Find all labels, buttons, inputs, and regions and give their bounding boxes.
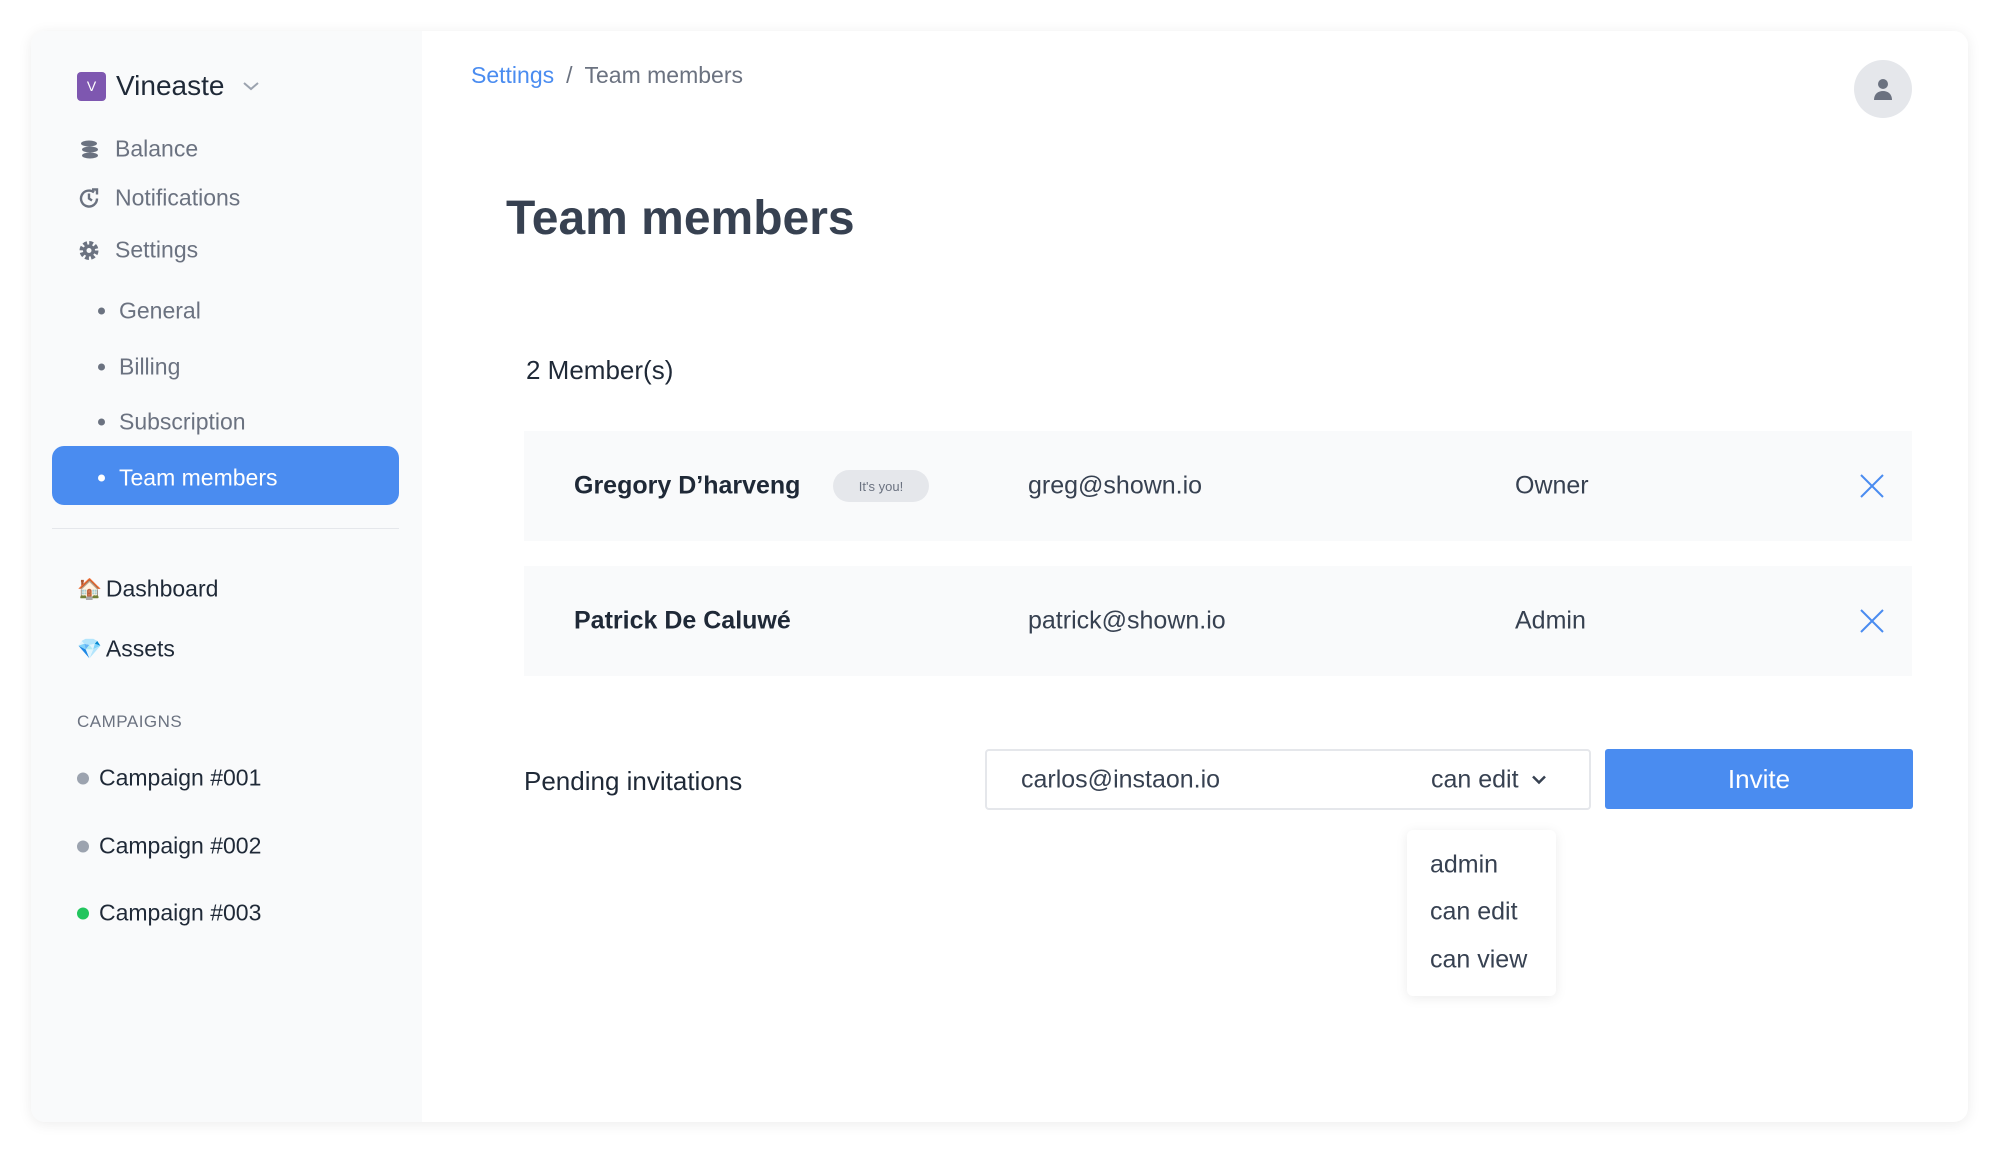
house-icon: 🏠 — [77, 578, 102, 601]
breadcrumb-separator: / — [566, 62, 573, 88]
member-email: patrick@shown.io — [1028, 606, 1226, 635]
user-icon — [1874, 79, 1892, 100]
permission-dropdown-menu: admin can edit can view — [1407, 830, 1556, 996]
subitem-label: Subscription — [119, 408, 246, 435]
status-dot — [77, 772, 89, 784]
campaign-item[interactable]: Campaign #001 — [77, 765, 261, 792]
sidebar-item-balance[interactable]: Balance — [77, 136, 198, 163]
gear-icon — [79, 240, 99, 260]
member-role: Owner — [1515, 471, 1589, 500]
you-badge: It's you! — [833, 470, 929, 502]
member-row: Patrick De Caluwé patrick@shown.io Admin — [524, 566, 1912, 676]
breadcrumb-current: Team members — [584, 62, 743, 88]
workspace-switcher[interactable]: V Vineaste — [77, 70, 260, 102]
sidebar-subitem-billing[interactable]: Billing — [98, 354, 180, 381]
sidebar-item-label: Settings — [115, 236, 199, 263]
campaign-item[interactable]: Campaign #002 — [77, 833, 261, 860]
option-admin[interactable]: admin — [1430, 851, 1498, 880]
member-row: Gregory D’harveng It's you! greg@shown.i… — [524, 431, 1912, 541]
permission-value: can edit — [1431, 765, 1519, 793]
member-name: Patrick De Caluwé — [574, 606, 791, 635]
status-dot — [77, 907, 89, 919]
remove-member-icon[interactable] — [1859, 608, 1885, 634]
subitem-label: General — [119, 297, 201, 324]
sidebar-item-label: Balance — [115, 135, 199, 162]
member-role: Admin — [1515, 606, 1586, 635]
coins-icon — [81, 140, 98, 158]
invite-email-value: carlos@instaon.io — [1021, 765, 1221, 793]
sidebar-divider — [52, 528, 399, 529]
link-label: Dashboard — [105, 575, 219, 602]
chevron-down-icon — [1531, 775, 1546, 785]
sidebar-item-label: Notifications — [115, 184, 241, 211]
campaign-label: Campaign #003 — [99, 899, 262, 926]
sidebar-link-assets[interactable]: 💎 Assets — [77, 636, 175, 663]
sidebar-link-dashboard[interactable]: 🏠 Dashboard — [77, 576, 218, 603]
option-can-view[interactable]: can view — [1430, 946, 1527, 975]
invite-button[interactable]: Invite — [1605, 749, 1913, 809]
bullet — [98, 307, 105, 315]
sidebar-subitem-subscription[interactable]: Subscription — [98, 409, 246, 436]
gem-icon: 💎 — [77, 638, 102, 661]
campaign-label: Campaign #002 — [99, 832, 262, 859]
bullet — [98, 363, 105, 371]
member-name: Gregory D’harveng — [574, 471, 801, 500]
link-label: Assets — [105, 635, 175, 662]
bullet — [98, 418, 105, 426]
workspace-logo: V — [77, 71, 106, 101]
workspace-name: Vineaste — [116, 70, 225, 101]
invite-button-label: Invite — [1727, 763, 1791, 794]
member-email: greg@shown.io — [1028, 471, 1203, 500]
bullet — [98, 474, 105, 482]
chevron-down-icon — [243, 82, 260, 91]
subitem-label: Billing — [119, 353, 181, 380]
pending-invitations-label: Pending invitations — [524, 766, 743, 796]
clock-refresh-icon — [79, 187, 99, 208]
remove-member-icon[interactable] — [1859, 473, 1885, 499]
sidebar-item-settings[interactable]: Settings — [77, 237, 198, 264]
campaign-item[interactable]: Campaign #003 — [77, 900, 261, 927]
status-dot — [77, 840, 89, 852]
permission-select[interactable]: can edit — [1431, 765, 1547, 794]
sidebar-subitem-team-members-label[interactable]: Team members — [98, 465, 277, 492]
campaign-label: Campaign #001 — [99, 764, 262, 791]
member-count: 2 Member(s) — [526, 355, 674, 385]
page-title: Team members — [506, 192, 855, 245]
user-avatar-button[interactable] — [1854, 60, 1912, 118]
option-can-edit[interactable]: can edit — [1430, 898, 1518, 927]
subitem-label: Team members — [119, 464, 278, 491]
invite-email-input[interactable]: carlos@instaon.io can edit — [985, 749, 1591, 810]
breadcrumb: Settings / Team members — [471, 62, 743, 89]
sidebar-item-notifications[interactable]: Notifications — [77, 185, 240, 212]
sidebar-subitem-general[interactable]: General — [98, 298, 201, 325]
campaigns-heading: CAMPAIGNS — [77, 712, 183, 731]
breadcrumb-settings-link[interactable]: Settings — [471, 62, 554, 89]
